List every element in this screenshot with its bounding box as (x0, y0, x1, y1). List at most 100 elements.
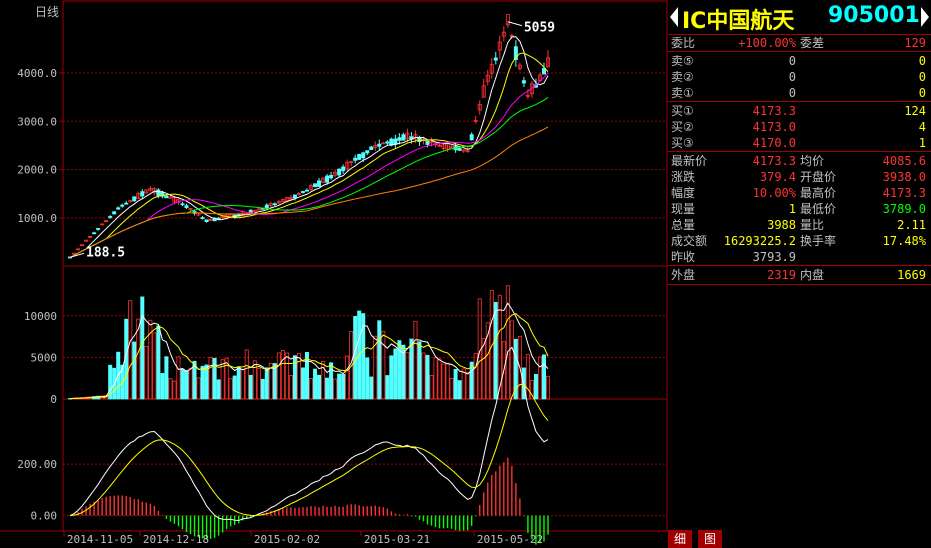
volume-bar (525, 354, 530, 400)
candle-body (108, 216, 113, 218)
volume-bar (300, 367, 305, 400)
candle-body (337, 168, 342, 176)
date-tick-label: 2015-02-02 (254, 533, 320, 546)
stat-value: 3938.0 (882, 170, 926, 184)
volume-bar (200, 365, 205, 400)
tab-detail[interactable]: 细 (668, 530, 693, 548)
candle-body (184, 205, 189, 209)
inner-label: 内盘 (800, 268, 825, 282)
stat-value: 10.00% (752, 186, 796, 200)
period-label: 日线 (35, 5, 59, 19)
stat-value: 4085.6 (882, 154, 926, 168)
candle-body (469, 134, 474, 141)
volume-bar (405, 352, 410, 400)
volume-bar (393, 348, 398, 400)
volume-bar (208, 356, 213, 400)
volume-tick-label: 5000 (31, 351, 58, 364)
prev-arrow-icon[interactable] (670, 7, 678, 27)
volume-bar (232, 375, 237, 400)
volume-bar (341, 373, 346, 400)
buy-row: 买③ 4170.0 1 (668, 135, 931, 151)
candle-body (521, 80, 526, 84)
volume-bar (409, 338, 414, 400)
volume-bar (317, 374, 322, 400)
kline-chart[interactable]: 日线 4000.0 3000.0 2000.0 1000.0 10000 5000 0 200.… (0, 0, 668, 548)
volume-bar (537, 356, 542, 400)
sell-price: 0 (788, 86, 796, 100)
volume-bar (461, 368, 466, 400)
stat-row: 最新价 4173.3 均价 4085.6 (668, 153, 931, 169)
candle-body (361, 152, 366, 159)
price-tick-label: 4000.0 (17, 67, 57, 80)
volume-bar (473, 353, 478, 400)
candle-body (304, 189, 309, 192)
candle-body (393, 138, 398, 145)
candle-body (341, 166, 346, 172)
price-tick-label: 3000.0 (17, 115, 57, 128)
candle-body (457, 148, 462, 151)
stat-label: 现量 (671, 202, 696, 216)
volume-bar (533, 373, 538, 400)
volume-bar (546, 375, 551, 400)
volume-bar (196, 377, 201, 400)
candle-body (264, 204, 269, 209)
volume-bar (337, 373, 342, 400)
volume-bar (284, 352, 289, 400)
volume-bar (429, 375, 434, 400)
volume-bar (248, 374, 253, 400)
stat-row: 成交额 16293225.2 换手率 17.48% (668, 233, 931, 249)
volume-bar (453, 368, 458, 400)
moving-average-line (69, 36, 549, 259)
candle-body (180, 203, 185, 206)
volume-bar (204, 364, 209, 400)
volume-bar (256, 368, 261, 400)
volume-bar (276, 352, 281, 400)
volume-bar (260, 378, 265, 400)
volume-bar (377, 320, 382, 400)
candle-body (140, 191, 145, 197)
volume-bar (144, 346, 149, 400)
outer-inner-row: 外盘 2319 内盘 1669 (668, 267, 931, 283)
candle-body (325, 175, 330, 183)
stat-label: 最高价 (800, 186, 837, 200)
volume-bar (437, 358, 442, 400)
volume-tick-label: 10000 (24, 310, 57, 323)
volume-bar (441, 363, 446, 400)
date-tick-label: 2015-03-21 (364, 533, 430, 546)
next-arrow-icon[interactable] (921, 7, 929, 27)
volume-bar (369, 376, 374, 400)
volume-bar (345, 355, 350, 400)
volume-bar (264, 367, 269, 400)
sell-level-label: 卖⑤ (671, 54, 694, 68)
volume-bar (140, 296, 145, 400)
stat-value: 4173.3 (882, 186, 926, 200)
stat-value: 2.11 (897, 218, 926, 232)
sell-volume: 0 (918, 70, 926, 84)
low-label: 188.5 (86, 245, 125, 260)
price-tick-label: 1000.0 (17, 212, 57, 225)
quote-panel: IC中国航天 905001 委比 +100.00% 委差 129 卖⑤ 0 0 卖② 0… (668, 0, 931, 548)
volume-bar (313, 368, 318, 400)
quote-title-bar: IC中国航天 905001 (668, 0, 931, 35)
candle-body (156, 189, 161, 196)
stat-label: 均价 (800, 154, 825, 168)
date-tick-label: 2014-12-18 (143, 533, 209, 546)
volume-bar (509, 320, 514, 400)
candle-body (112, 211, 117, 215)
weicha-label: 委差 (800, 36, 825, 50)
volume-bar (228, 378, 233, 400)
tab-chart[interactable]: 图 (698, 530, 723, 548)
date-tick-label: 2014-11-05 (67, 533, 133, 546)
volume-bar (188, 367, 193, 400)
buy-row: 买② 4173.0 4 (668, 119, 931, 135)
volume-bar (220, 359, 225, 400)
volume-bar (240, 368, 245, 400)
buy-price: 4173.0 (752, 120, 796, 134)
stat-value: 3988 (767, 218, 796, 232)
candle-body (357, 154, 362, 160)
stat-value: 3793.9 (752, 250, 796, 264)
stat-value: 17.48% (882, 234, 926, 248)
volume-bar (445, 362, 450, 400)
volume-bar (212, 357, 217, 400)
volume-bar (385, 375, 390, 400)
